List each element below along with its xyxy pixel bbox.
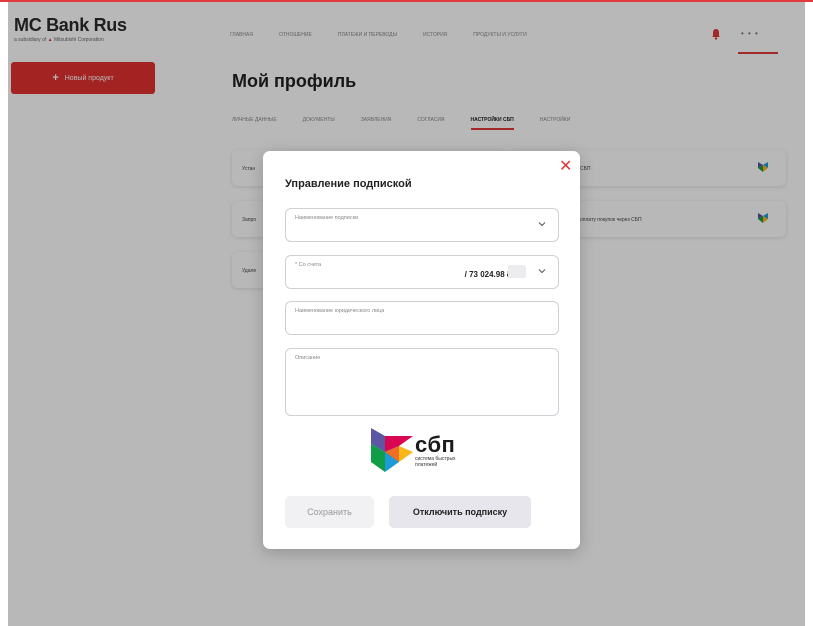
description-textarea[interactable]: Описание [285, 348, 559, 416]
disable-subscription-button[interactable]: Отключить подписку [389, 496, 531, 528]
subscription-modal: ✕ Управление подпиской Наименование подп… [263, 151, 580, 549]
legal-entity-label: Наименование юридического лица [295, 308, 385, 314]
sbp-subtitle: система быстрых платежей [415, 456, 456, 468]
close-icon[interactable]: ✕ [559, 159, 572, 175]
card-thumbnail [508, 265, 526, 278]
subscription-name-label: Наименование подписки [295, 215, 359, 221]
chevron-down-icon [538, 269, 546, 274]
from-account-label: * Со счета [295, 262, 322, 268]
sbp-logo-icon [371, 428, 413, 472]
save-button[interactable]: Сохранить [285, 496, 374, 528]
chevron-down-icon [538, 222, 546, 227]
subscription-name-select[interactable]: Наименование подписки [285, 208, 559, 242]
sbp-logo: сбп система быстрых платежей [371, 428, 471, 474]
sbp-word: сбп [415, 432, 456, 457]
description-label: Описание [295, 355, 321, 361]
from-account-select[interactable]: * Со счета / 73 024.98 ₽ [285, 255, 559, 289]
legal-entity-field[interactable]: Наименование юридического лица [285, 301, 559, 335]
account-balance: / 73 024.98 ₽ [464, 270, 512, 279]
modal-title: Управление подпиской [285, 178, 412, 190]
